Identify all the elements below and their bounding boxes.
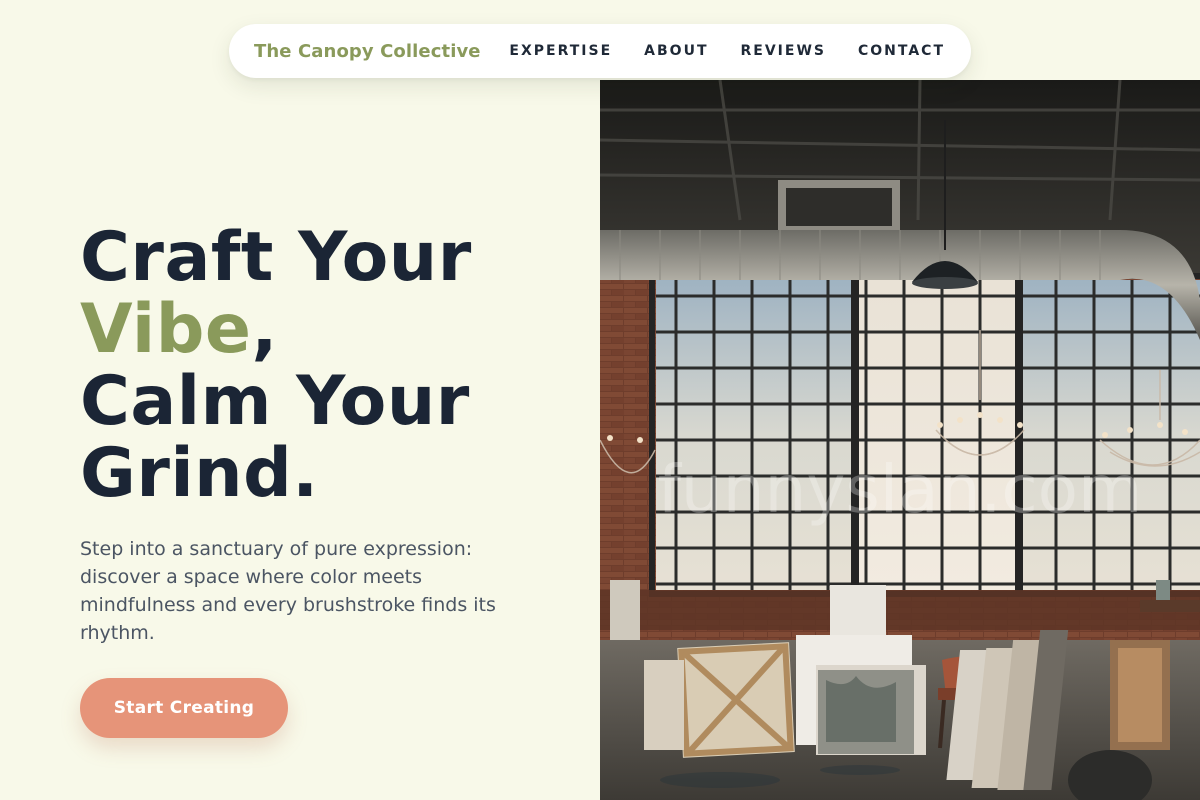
nav-link-about[interactable]: ABOUT (644, 43, 708, 59)
nav-link-expertise[interactable]: EXPERTISE (509, 43, 612, 59)
nav-links: EXPERTISE ABOUT REVIEWS CONTACT (509, 43, 945, 59)
hero-title-line-4: Grind. (80, 434, 319, 513)
top-navigation: The Canopy Collective EXPERTISE ABOUT RE… (229, 24, 971, 78)
brand-logo-link[interactable]: The Canopy Collective (254, 41, 481, 62)
start-creating-button[interactable]: Start Creating (80, 678, 288, 738)
hero-title-accent: Vibe (80, 290, 252, 369)
hero-title-line-2: Vibe, (80, 294, 580, 366)
hero-title-line-3: Calm Your (80, 362, 470, 441)
nav-link-reviews[interactable]: REVIEWS (741, 43, 826, 59)
hero-studio-image: funnyslan.com (600, 80, 1200, 800)
hero-title-comma: , (251, 290, 278, 369)
image-watermark: funnyslan.com (658, 451, 1143, 528)
hero-subtitle: Step into a sanctuary of pure expression… (80, 538, 496, 644)
hero-title-line-1: Craft Your (80, 218, 472, 297)
hero-title: Craft Your Vibe, Calm Your Grind. (80, 222, 580, 510)
nav-link-contact[interactable]: CONTACT (858, 43, 945, 59)
studio-illustration: funnyslan.com (600, 80, 1200, 800)
